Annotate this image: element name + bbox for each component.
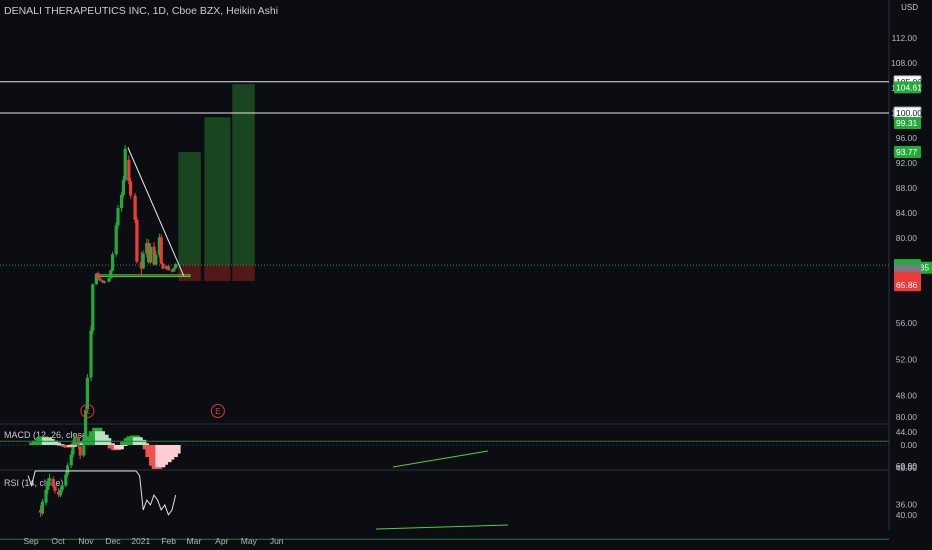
price-axis-tick: 92.00 (896, 158, 918, 168)
price-axis-tick: 80.00 (896, 233, 918, 243)
rsi-divergence-line (375, 524, 509, 530)
candle-body (174, 264, 178, 269)
candle-body (96, 273, 100, 279)
candle-body (114, 225, 118, 255)
macd-bar (139, 443, 150, 445)
rsi-axis-tick: 80.00 (896, 412, 918, 422)
candle-body (64, 474, 68, 486)
candle-body (44, 489, 48, 503)
candle-body (159, 237, 163, 264)
price-tag-label: 104.61 (896, 82, 922, 92)
price-tag-label: 99.31 (896, 118, 918, 128)
candle-body (129, 181, 133, 196)
price-axis-tick: 112.00 (892, 33, 918, 43)
candle-body (123, 148, 127, 180)
macd-axis-tick: 0.00 (900, 440, 917, 450)
price-tag-label: 93.77 (896, 147, 918, 157)
macd-bar (117, 445, 128, 446)
time-axis-label: Sep (23, 536, 38, 546)
candle-body (48, 478, 52, 481)
rsi-axis-tick: 40.00 (896, 510, 918, 520)
time-axis-label: 2021 (131, 536, 150, 546)
time-axis-label: Feb (161, 536, 176, 546)
macd-bar (54, 444, 65, 446)
candle-body (89, 330, 93, 378)
price-axis-tick: 96.00 (896, 133, 918, 143)
rsi-line (27, 470, 177, 516)
candle-body (161, 263, 165, 269)
price-axis-tick: 84.00 (896, 208, 918, 218)
candle-body (107, 278, 111, 282)
price-axis-tick: 52.00 (896, 354, 918, 364)
target-zone (204, 117, 231, 266)
macd-bar (170, 445, 181, 454)
stop-zone (232, 265, 255, 281)
candle-body (148, 246, 152, 263)
candle-body (120, 194, 124, 208)
target-zone (232, 84, 255, 266)
time-axis-label: Mar (187, 536, 202, 546)
candle-body (116, 208, 120, 226)
time-axis-label: Oct (51, 536, 65, 546)
earnings-marker-label: E (85, 406, 91, 416)
candle-body (69, 454, 73, 466)
candle-body (73, 436, 77, 443)
stop-zone (178, 265, 201, 281)
candle-body (78, 446, 82, 456)
earnings-marker-label: E (215, 406, 221, 416)
candle-body (98, 278, 102, 281)
candle-body (166, 266, 170, 270)
candle-body (154, 254, 158, 265)
candle-body (40, 501, 44, 514)
candle-body (109, 270, 113, 279)
time-axis-label: May (241, 536, 258, 546)
stop-zone (204, 265, 231, 281)
chart-canvas[interactable]: EE112.00108.00104.00100.0096.0092.0088.0… (0, 0, 932, 550)
macd-bar (104, 443, 115, 445)
candle-body (111, 254, 115, 271)
candle-body (133, 195, 137, 220)
candle-body (102, 281, 107, 283)
price-axis-tick: 48.00 (896, 391, 918, 401)
candle-body (135, 219, 139, 262)
price-axis-tick: 36.00 (896, 499, 918, 509)
price-tag-label: 100.00 (896, 108, 922, 118)
candle-body (53, 486, 57, 491)
price-axis-tick: 44.00 (896, 427, 918, 437)
candle-body (46, 480, 50, 490)
price-axis-tick: 108.00 (891, 58, 917, 68)
rsi-axis-tick: 60.00 (896, 461, 918, 471)
price-axis-tick: 88.00 (896, 183, 918, 193)
time-axis-label: Dec (105, 536, 121, 546)
price-tag-label: 65.86 (896, 280, 918, 290)
time-axis-label: Apr (215, 536, 228, 546)
candle-body (66, 465, 70, 475)
candle-body (51, 479, 55, 486)
macd-bar (67, 445, 78, 447)
macd-divergence-line (392, 450, 489, 468)
candle-body (172, 268, 176, 272)
candle-body (127, 159, 131, 182)
time-axis-label: Jun (270, 536, 284, 546)
target-zone (178, 151, 201, 266)
candle-body (121, 179, 125, 195)
candle-body (141, 253, 145, 269)
candle-body (60, 485, 64, 490)
candle-body (91, 284, 95, 331)
time-axis-label: Nov (78, 536, 94, 546)
price-axis-tick: 56.00 (896, 318, 918, 328)
candle-body (58, 489, 62, 496)
